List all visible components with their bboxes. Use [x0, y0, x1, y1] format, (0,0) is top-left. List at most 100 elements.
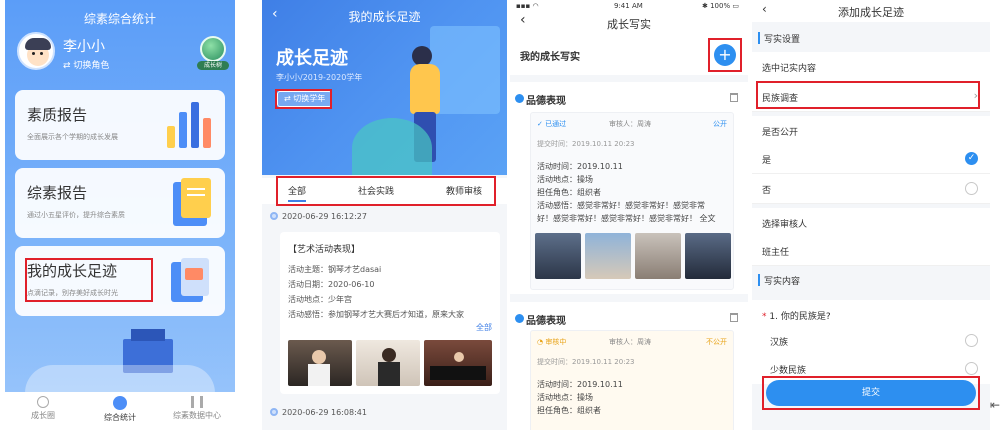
field-label-row: 是否公开 [752, 116, 990, 146]
add-record-button[interactable]: + [714, 44, 736, 66]
show-all-link[interactable]: 全部 [476, 322, 492, 333]
section-title: 品德表现 [526, 316, 566, 327]
record-photo[interactable] [535, 233, 581, 279]
top-bar: ▪▪▪ ◠ 9:41 AM ✱ 100% ▭ ‹ 成长写实 我的成长写实 + [510, 0, 748, 75]
field-label: 选择审核人 [762, 220, 808, 230]
category-icon [515, 314, 524, 323]
bottom-nav: 成长圈 综合统计 综素数据中心 [5, 392, 235, 430]
growth-tree-badge[interactable]: 成长树 [197, 36, 229, 70]
card-line: 活动地点：少年宫 [288, 295, 352, 304]
record-photo[interactable] [635, 233, 681, 279]
banner-subtitle: 李小小/2019-2020学年 [276, 73, 363, 82]
nav-comprehensive-stats[interactable]: 综合统计 [82, 392, 158, 430]
submit-time: 提交时间：2019.10.11 20:23 [537, 358, 635, 366]
growth-record-screen: ▪▪▪ ◠ 9:41 AM ✱ 100% ▭ ‹ 成长写实 我的成长写实 + 品… [510, 0, 748, 430]
signal-icon: ▪▪▪ ◠ [516, 2, 539, 10]
record-select[interactable]: 民族调查 › [752, 82, 990, 112]
radio-checked-icon[interactable]: ✓ [965, 152, 978, 165]
record-line: 活动地点：操场 [537, 393, 593, 402]
record-line: 活动时间：2019.10.11 [537, 380, 623, 389]
reviewer: 审核人：周涛 [609, 338, 651, 346]
footprint-card[interactable]: 【艺术活动表现】 活动主题：钢琴才艺dasai 活动日期：2020-06-10 … [280, 232, 500, 394]
user-name: 李小小 [63, 39, 105, 55]
card-subtitle: 全面展示各个学期的成长发展 [27, 133, 118, 141]
submit-time: 提交时间：2019.10.11 20:23 [537, 140, 635, 148]
page-title: 添加成长足迹 [838, 6, 904, 19]
selected-value: 班主任 [762, 248, 790, 258]
my-growth-footprint-card[interactable]: 我的成长足迹 点滴记录，别存美好成长时光 [15, 246, 225, 316]
section-label: 写实设置 [764, 35, 801, 45]
tab-all[interactable]: 全部 [288, 184, 307, 202]
record-line: 担任角色：组织者 [537, 188, 601, 197]
option-label: 是 [762, 156, 772, 166]
switch-role-button[interactable]: ⇄ 切换角色 [63, 58, 109, 71]
switch-year-button[interactable]: ⇄ 切换学年 [277, 91, 333, 107]
record-photo[interactable] [585, 233, 631, 279]
radio-icon[interactable] [965, 182, 978, 195]
option-han[interactable]: 汉族 [752, 326, 990, 356]
option-no[interactable]: 否 [752, 174, 990, 204]
record-card[interactable]: ✓ 已通过 审核人：周涛 公开 提交时间：2019.10.11 20:23 活动… [530, 112, 734, 290]
timeline-item-time: 2020-06-29 16:08:41 [270, 408, 367, 417]
battery-status: ✱ 100% ▭ [702, 2, 739, 10]
top-bar: ‹ 添加成长足迹 [752, 0, 990, 22]
growth-footprint-screen: ‹ 我的成长足迹 成长足迹 李小小/2019-2020学年 ⇄ 切换学年 全部 … [262, 0, 507, 430]
photo-album-icon [159, 252, 217, 310]
trash-icon[interactable] [730, 93, 738, 102]
card-title: 素质报告 [27, 106, 88, 124]
growth-tree-label: 成长树 [197, 61, 229, 70]
bar-chart-icon [159, 96, 217, 154]
card-heading: 【艺术活动表现】 [288, 245, 361, 255]
section-title: 品德表现 [526, 96, 566, 107]
piano-photo[interactable] [288, 340, 352, 386]
record-card[interactable]: ◔ 审核中 审核人：周涛 不公开 提交时间：2019.10.11 20:23 活… [530, 330, 734, 430]
status-badge: ✓ 已通过 [537, 120, 567, 128]
record-photo[interactable] [685, 233, 731, 279]
chevron-right-icon: › [973, 89, 978, 102]
comprehensive-report-card[interactable]: 综素报告 通过小五星评价，提升综合素质 [15, 168, 225, 238]
banner-title: 成长足迹 [276, 48, 348, 69]
record-line: 活动感悟：感觉非常好！感觉非常好！感觉非常 [537, 201, 705, 210]
card-line: 活动主题：钢琴才艺dasai [288, 265, 382, 274]
section-header: 写实设置 [752, 26, 990, 50]
record-line: 担任角色：组织者 [537, 406, 601, 415]
option-label: 否 [762, 186, 772, 196]
timeline-item-time: 2020-06-29 16:12:27 [270, 212, 367, 221]
nav-growth-circle[interactable]: 成长圈 [5, 392, 81, 430]
record-section: 品德表现 ◔ 审核中 审核人：周涛 不公开 提交时间：2019.10.11 20… [510, 302, 748, 430]
collapse-arrow-icon[interactable]: ⇤ [990, 398, 1000, 412]
piano-photo[interactable] [424, 340, 492, 386]
record-section: 品德表现 ✓ 已通过 审核人：周涛 公开 提交时间：2019.10.11 20:… [510, 82, 748, 294]
radio-icon[interactable] [965, 334, 978, 347]
avatar[interactable] [17, 32, 55, 70]
card-title: 综素报告 [27, 184, 88, 202]
campus-illustration [5, 325, 235, 395]
statistics-screen: 综素综合统计 李小小 ⇄ 切换角色 成长树 素质报告 全面展示各个学期的成长发展… [5, 0, 235, 430]
chart-icon [191, 396, 203, 408]
reviewer-select[interactable]: 班主任 [752, 236, 990, 266]
tab-social-practice[interactable]: 社会实践 [358, 184, 394, 197]
category-icon [515, 94, 524, 103]
selected-value: 民族调查 [762, 94, 799, 104]
trash-icon[interactable] [730, 313, 738, 322]
piano-photo[interactable] [356, 340, 420, 386]
submit-button[interactable]: 提交 [766, 380, 976, 406]
section-label: 写实内容 [764, 277, 801, 287]
globe-icon [200, 36, 226, 62]
visibility: 不公开 [706, 338, 727, 346]
status-badge: ◔ 审核中 [537, 338, 567, 346]
nav-data-center[interactable]: 综素数据中心 [159, 392, 235, 430]
field-label: 选中记实内容 [762, 64, 817, 74]
card-line: 活动感悟：参加钢琴才艺大赛后才知道，原来大家 [288, 310, 464, 319]
card-title: 我的成长足迹 [27, 262, 118, 280]
tab-teacher-review[interactable]: 教师审核 [446, 184, 482, 197]
field-label-row: 选择审核人 [752, 208, 990, 238]
question-text: * 1. 你的民族是? [762, 312, 831, 322]
quality-report-card[interactable]: 素质报告 全面展示各个学期的成长发展 [15, 90, 225, 160]
radio-icon[interactable] [965, 362, 978, 375]
option-label: 汉族 [770, 338, 789, 348]
visibility: 公开 [713, 120, 727, 128]
field-label-row: 选中记实内容 [752, 52, 990, 82]
section-heading: 我的成长写实 [520, 52, 580, 63]
option-yes[interactable]: 是 ✓ [752, 144, 990, 174]
